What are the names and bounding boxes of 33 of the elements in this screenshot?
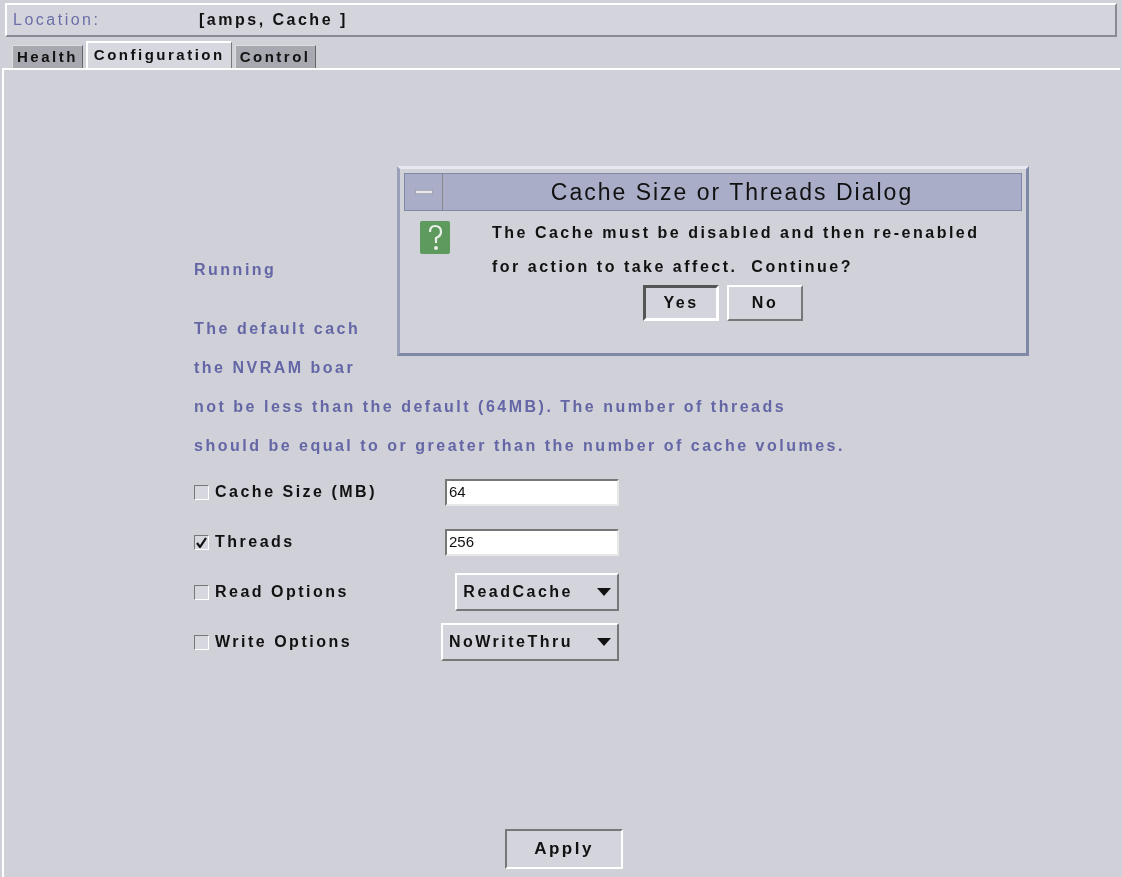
apply-button[interactable]: Apply xyxy=(505,829,623,869)
tab[interactable]: Control xyxy=(234,45,316,68)
checkbox[interactable] xyxy=(194,534,209,550)
tab[interactable]: Health xyxy=(12,45,83,68)
description-line: not be less than the default (64MB). The number of threads xyxy=(194,397,787,417)
checkbox[interactable] xyxy=(194,584,209,600)
location-value: [amps, Cache ] xyxy=(199,10,348,30)
checkbox[interactable] xyxy=(194,634,209,650)
dialog-message-line: for action to take affect. Continue? xyxy=(492,257,854,277)
description-line: The default cach xyxy=(194,319,361,339)
caret-icon xyxy=(597,588,611,596)
description-line: the NVRAM boar xyxy=(194,358,356,378)
option-label: Threads xyxy=(215,532,296,552)
option-label: Write Options xyxy=(215,632,354,652)
dialog-title: Cache Size or Threads Dialog xyxy=(549,177,915,207)
question-icon xyxy=(420,221,450,254)
checkbox[interactable] xyxy=(194,484,209,500)
text-field[interactable]: 64 xyxy=(445,478,619,506)
dropdown[interactable]: ReadCache xyxy=(455,573,619,611)
dialog-message-line: The Cache must be disabled and then re-enabled xyxy=(492,223,980,243)
description-line: should be equal to or greater than the number of cache volumes. xyxy=(194,436,845,456)
dialog-button[interactable]: No xyxy=(727,285,803,321)
caret-icon xyxy=(597,638,611,646)
option-label: Cache Size (MB) xyxy=(215,482,378,502)
tab[interactable]: Configuration xyxy=(85,41,232,68)
check-icon xyxy=(196,536,207,548)
status-text: Running xyxy=(194,260,277,280)
location-label: Location: xyxy=(13,10,102,30)
text-field[interactable]: 256 xyxy=(445,528,619,556)
dropdown[interactable]: NoWriteThru xyxy=(440,623,619,661)
option-label: Read Options xyxy=(215,582,350,602)
dialog-button[interactable]: Yes xyxy=(643,285,719,321)
minimize-icon xyxy=(414,190,433,194)
